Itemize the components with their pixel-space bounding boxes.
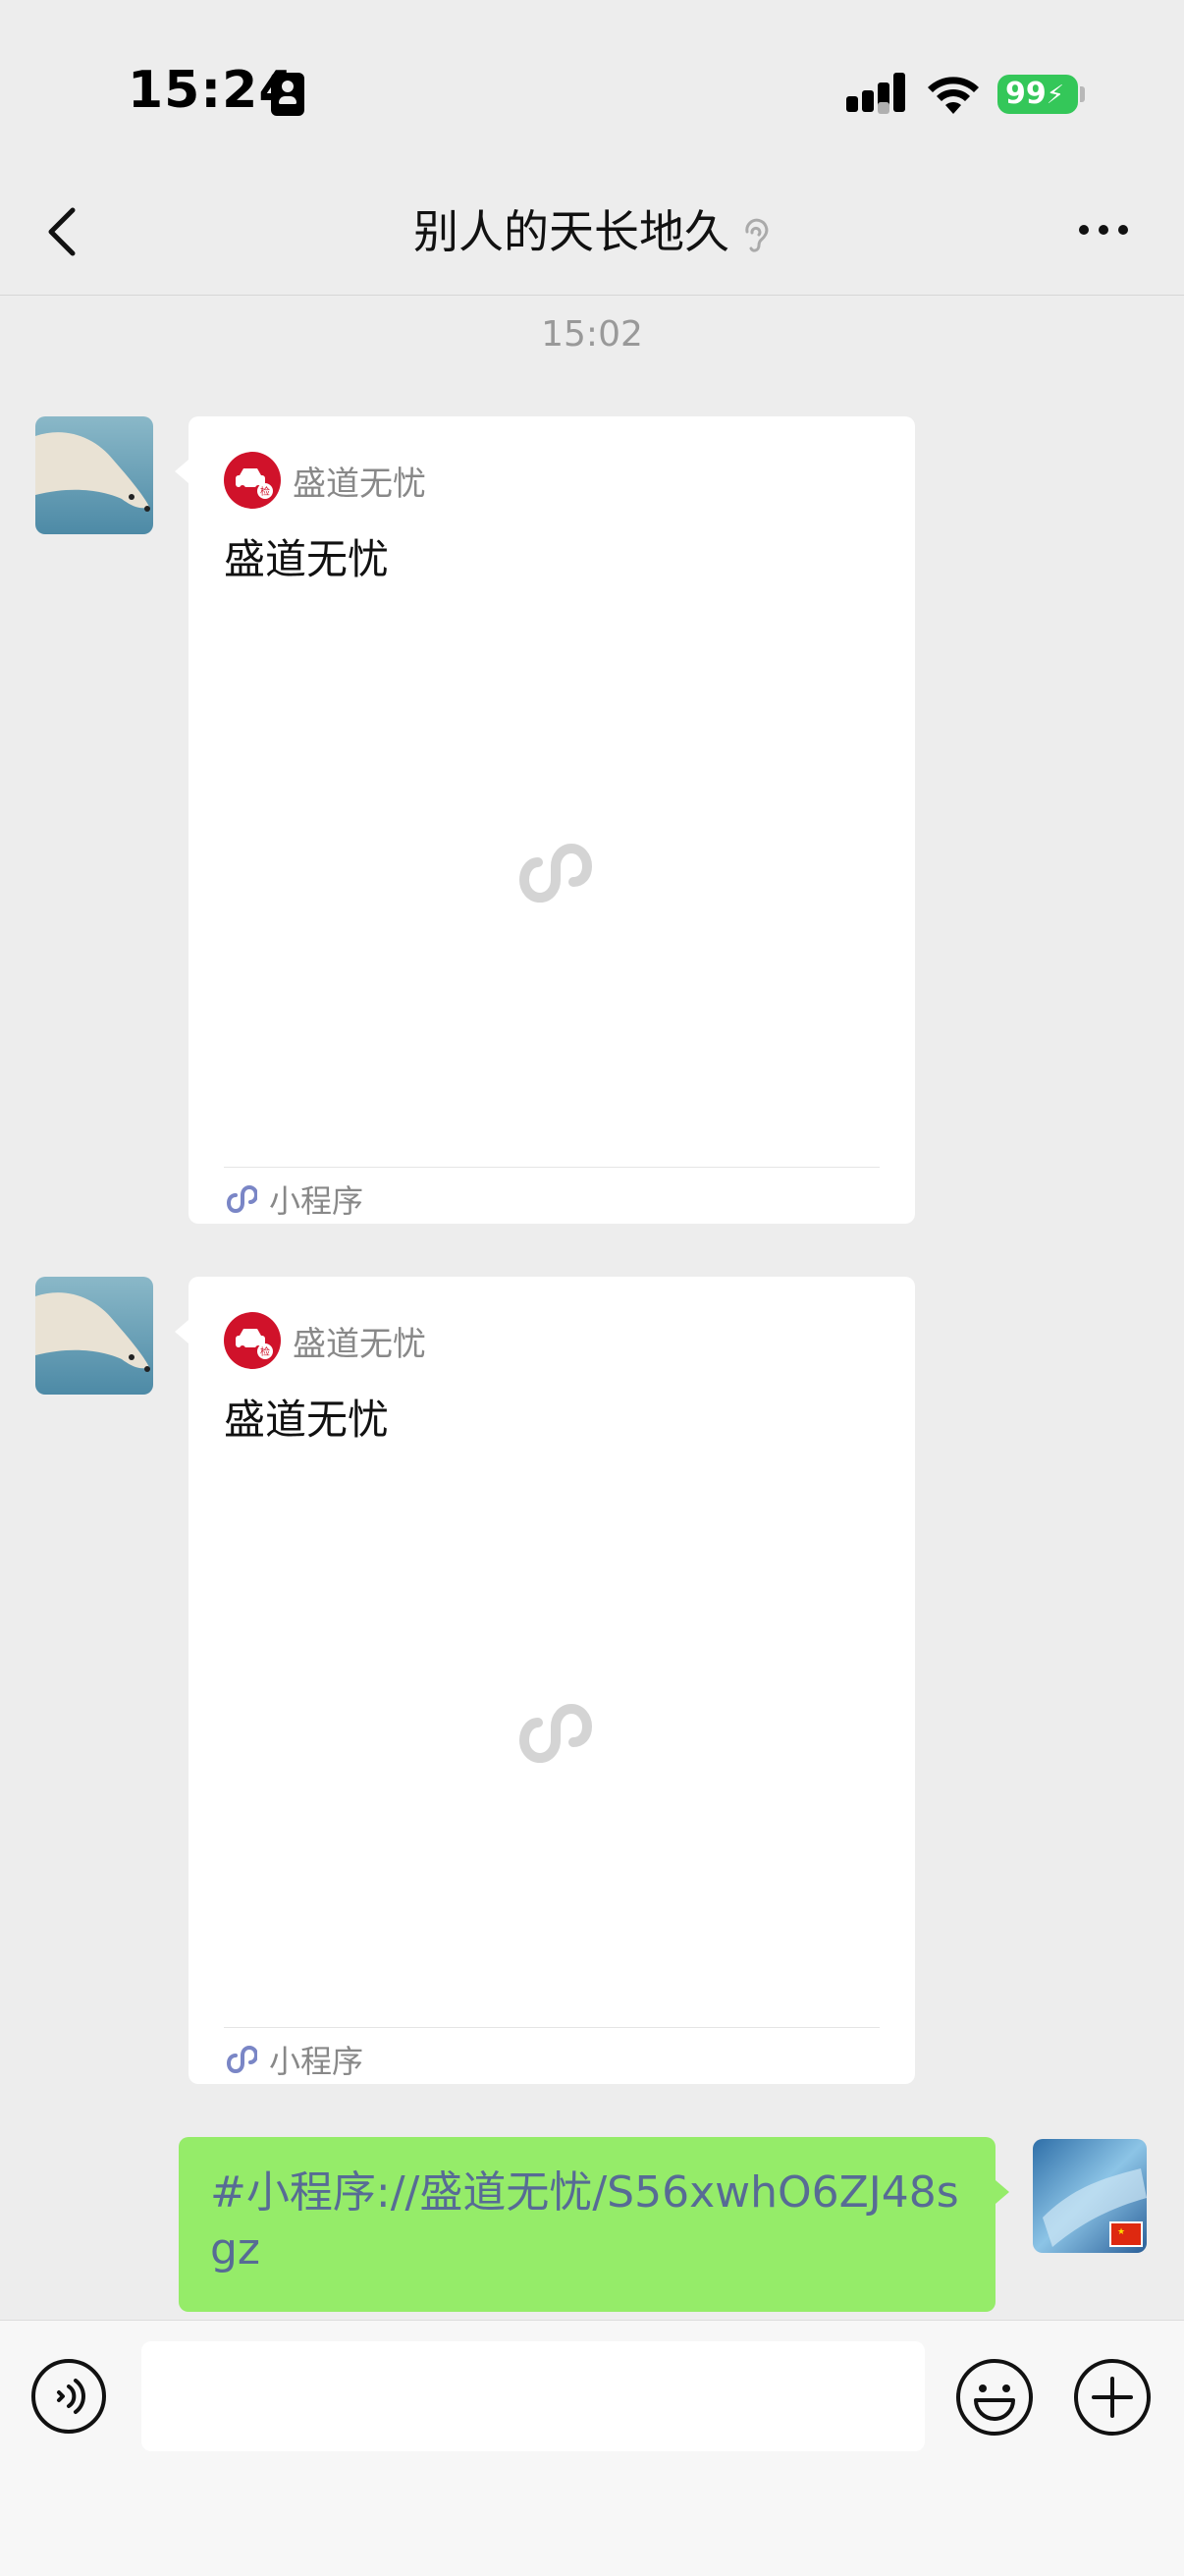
mini-program-icon — [226, 2045, 257, 2074]
ear-icon — [745, 218, 769, 252]
card-footer-label: 小程序 — [269, 1182, 364, 1220]
wifi-icon — [928, 77, 979, 114]
card-divider — [224, 1167, 880, 1168]
sent-message-link[interactable]: #小程序://盛道无忧/S56xwhO6ZJ48sgz — [210, 2167, 959, 2275]
mini-program-placeholder-icon — [518, 843, 593, 904]
mini-program-card[interactable]: 检 盛道无忧 盛道无忧 小程序 — [175, 416, 915, 1224]
chat-title-text: 别人的天长地久 — [413, 205, 729, 258]
card-footer: 小程序 — [224, 1177, 363, 1222]
more-options-icon[interactable] — [1076, 220, 1131, 240]
shengdao-logo-icon: 检 — [224, 452, 281, 509]
status-time: 15:24 — [128, 61, 296, 120]
battery-level: 99 — [1005, 77, 1047, 111]
contact-avatar[interactable] — [35, 416, 153, 534]
chat-title: 别人的天长地久 — [0, 196, 1184, 261]
svg-text:★: ★ — [1117, 2227, 1125, 2237]
my-avatar[interactable]: ★ — [1033, 2139, 1147, 2253]
card-footer: 小程序 — [224, 2037, 363, 2082]
card-title: 盛道无忧 — [224, 1396, 390, 1444]
svg-text:检: 检 — [260, 1345, 270, 1358]
contact-card-icon — [271, 73, 304, 116]
mini-program-icon — [226, 1184, 257, 1214]
status-bar: 15:24 99⚡ — [0, 0, 1184, 187]
mini-program-placeholder-icon — [518, 1703, 593, 1764]
card-footer-label: 小程序 — [269, 2043, 364, 2080]
sent-message-bubble[interactable]: #小程序://盛道无忧/S56xwhO6ZJ48sgz — [179, 2137, 1009, 2312]
card-divider — [224, 2027, 880, 2028]
card-app-header: 检 盛道无忧 — [224, 1312, 426, 1369]
add-more-icon[interactable] — [1072, 2357, 1153, 2438]
mini-program-card[interactable]: 检 盛道无忧 盛道无忧 小程序 — [175, 1277, 915, 2084]
voice-input-icon[interactable] — [29, 2357, 108, 2436]
emoji-icon[interactable] — [954, 2357, 1035, 2438]
message-input[interactable] — [141, 2341, 925, 2451]
charging-bolt-icon: ⚡ — [1046, 81, 1065, 110]
card-app-header: 检 盛道无忧 — [224, 452, 426, 509]
card-title: 盛道无忧 — [224, 535, 390, 583]
battery-tip — [1080, 86, 1085, 102]
card-app-name: 盛道无忧 — [293, 464, 426, 504]
svg-text:检: 检 — [260, 485, 270, 498]
shengdao-logo-icon: 检 — [224, 1312, 281, 1369]
battery-indicator: 99⚡ — [997, 75, 1078, 114]
contact-avatar[interactable] — [35, 1277, 153, 1395]
cellular-signal-icon — [846, 73, 907, 118]
card-app-name: 盛道无忧 — [293, 1324, 426, 1364]
message-timestamp: 15:02 — [541, 314, 643, 355]
